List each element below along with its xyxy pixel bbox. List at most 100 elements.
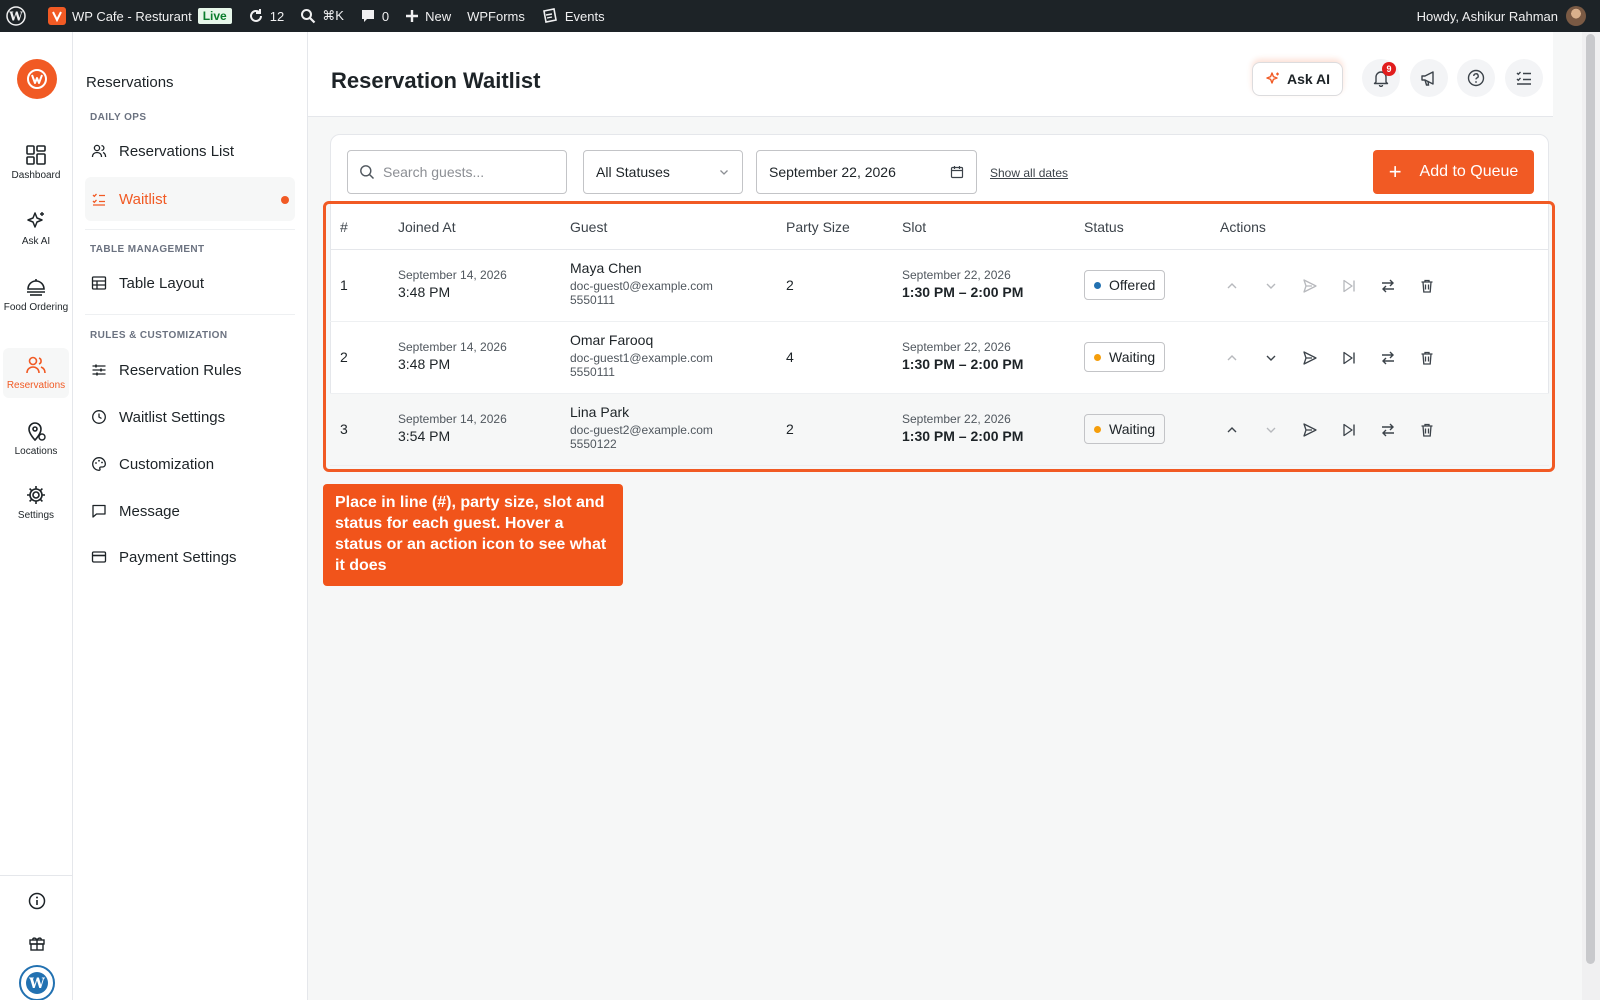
search-input[interactable]: Search guests... bbox=[347, 150, 567, 194]
column-header-slot: Slot bbox=[902, 219, 927, 235]
status-label: Offered bbox=[1109, 277, 1156, 293]
status-filter-select[interactable]: All Statuses bbox=[583, 150, 743, 194]
status-cell: Waiting bbox=[1084, 414, 1166, 444]
column-header-guest: Guest bbox=[570, 219, 608, 235]
rail-item-ask-ai[interactable]: Ask AI bbox=[3, 204, 69, 254]
sidebar-item-label: Waitlist Settings bbox=[119, 408, 226, 426]
announcements-button[interactable] bbox=[1410, 59, 1448, 97]
guest-phone: 5550111 bbox=[570, 293, 615, 307]
info-button[interactable] bbox=[0, 892, 73, 910]
date-picker-input[interactable]: September 22, 2026 bbox=[756, 150, 977, 194]
guest-email: doc-guest0@example.com bbox=[570, 279, 713, 293]
waitlist-table: # Joined At Guest Party Size Slot Status… bbox=[330, 204, 1549, 466]
move-up-button[interactable] bbox=[1220, 346, 1244, 370]
wordpress-logo-button[interactable]: W bbox=[0, 0, 40, 32]
sidebar-item-table-layout[interactable]: Table Layout bbox=[85, 261, 295, 305]
sidebar-item-label: Reservation Rules bbox=[119, 361, 242, 379]
status-badge[interactable]: Waiting bbox=[1084, 342, 1166, 372]
party-size: 4 bbox=[786, 349, 794, 365]
guest-name: Omar Farooq bbox=[570, 332, 654, 348]
sidebar-item-label: Waitlist bbox=[119, 190, 167, 208]
skip-button[interactable] bbox=[1337, 274, 1361, 298]
comments-count: 0 bbox=[381, 8, 390, 24]
notifications-button[interactable]: 9 bbox=[1362, 59, 1400, 97]
guest-name: Maya Chen bbox=[570, 260, 642, 276]
sidebar-item-waitlist-settings[interactable]: Waitlist Settings bbox=[85, 395, 295, 439]
rail-item-food-ordering[interactable]: Food Ordering bbox=[3, 270, 69, 320]
status-cell: Offered bbox=[1084, 270, 1166, 300]
send-offer-button[interactable] bbox=[1298, 274, 1322, 298]
wpcafe-logo[interactable] bbox=[17, 59, 57, 99]
scrollbar-thumb[interactable] bbox=[1586, 34, 1595, 964]
rail-item-reservations[interactable]: Reservations bbox=[3, 348, 69, 398]
sidebar-item-payment-settings[interactable]: Payment Settings bbox=[85, 535, 295, 579]
move-down-button[interactable] bbox=[1259, 346, 1283, 370]
status-dot bbox=[1094, 353, 1101, 361]
send-offer-button[interactable] bbox=[1298, 418, 1322, 442]
search-link[interactable]: ⌘K bbox=[292, 0, 352, 32]
clock-icon bbox=[92, 410, 106, 424]
sparkle-icon bbox=[1266, 72, 1279, 84]
convert-button[interactable] bbox=[1376, 418, 1400, 442]
wpforms-link[interactable]: WPForms bbox=[459, 0, 533, 32]
skip-button[interactable] bbox=[1337, 418, 1361, 442]
sidebar-item-customization[interactable]: Customization bbox=[85, 442, 295, 486]
account-menu[interactable]: Howdy, Ashikur Rahman bbox=[1417, 6, 1600, 26]
move-up-button[interactable] bbox=[1220, 418, 1244, 442]
new-content-link[interactable]: New bbox=[397, 0, 459, 32]
status-cell: Waiting bbox=[1084, 342, 1166, 372]
wordpress-button[interactable]: W bbox=[0, 965, 73, 1000]
move-up-button[interactable] bbox=[1220, 274, 1244, 298]
active-indicator-dot bbox=[281, 196, 289, 204]
updates-link[interactable]: 12 bbox=[240, 0, 292, 32]
status-label: Waiting bbox=[1109, 421, 1156, 437]
message-icon bbox=[92, 504, 106, 518]
sidebar-item-message[interactable]: Message bbox=[85, 489, 295, 533]
rail-label-reservations: Reservations bbox=[6, 380, 66, 391]
joined-at-cell: September 14, 2026 3:48 PM bbox=[398, 340, 507, 372]
gift-button[interactable] bbox=[0, 934, 73, 952]
comments-link[interactable]: 0 bbox=[352, 0, 397, 32]
rail-divider bbox=[0, 875, 73, 876]
gift-icon bbox=[28, 937, 45, 951]
show-all-dates-link[interactable]: Show all dates bbox=[990, 166, 1068, 180]
move-down-button[interactable] bbox=[1259, 418, 1283, 442]
rail-item-locations[interactable]: Locations bbox=[3, 414, 69, 464]
skip-button[interactable] bbox=[1337, 346, 1361, 370]
page-header: Reservation Waitlist Ask AI 9 bbox=[308, 32, 1553, 117]
events-label: Events bbox=[564, 8, 605, 24]
divider bbox=[85, 314, 295, 315]
joined-date: September 14, 2026 bbox=[398, 412, 507, 426]
guest-cell: Lina Park doc-guest2@example.com 5550122 bbox=[570, 404, 713, 451]
delete-button[interactable] bbox=[1415, 418, 1439, 442]
users-icon bbox=[91, 144, 107, 158]
help-button[interactable] bbox=[1457, 59, 1495, 97]
add-to-queue-button[interactable]: + Add to Queue bbox=[1373, 150, 1534, 194]
status-badge[interactable]: Waiting bbox=[1084, 414, 1166, 444]
guest-phone: 5550122 bbox=[570, 437, 617, 451]
send-offer-button[interactable] bbox=[1298, 346, 1322, 370]
chevron-down-icon bbox=[1266, 283, 1276, 289]
rail-item-settings[interactable]: Settings bbox=[3, 478, 69, 528]
wpcafe-logo-icon bbox=[27, 69, 47, 89]
row-number: 1 bbox=[340, 277, 348, 293]
row-number: 2 bbox=[340, 349, 348, 365]
skip-forward-icon bbox=[1343, 423, 1355, 437]
ask-ai-button[interactable]: Ask AI bbox=[1252, 62, 1343, 96]
rail-label-dashboard: Dashboard bbox=[11, 170, 61, 181]
sidebar-item-waitlist[interactable]: Waitlist bbox=[85, 177, 295, 221]
site-name-link[interactable]: WP Cafe - Resturant Live bbox=[40, 0, 240, 32]
delete-button[interactable] bbox=[1415, 274, 1439, 298]
convert-button[interactable] bbox=[1376, 346, 1400, 370]
move-down-button[interactable] bbox=[1259, 274, 1283, 298]
events-link[interactable]: Events bbox=[533, 0, 613, 32]
status-badge[interactable]: Offered bbox=[1084, 270, 1166, 300]
chevron-down-icon bbox=[1266, 355, 1276, 361]
checklist-button[interactable] bbox=[1505, 59, 1543, 97]
rail-item-dashboard[interactable]: Dashboard bbox=[3, 138, 69, 188]
sidebar-item-reservation-rules[interactable]: Reservation Rules bbox=[85, 348, 295, 392]
convert-button[interactable] bbox=[1376, 274, 1400, 298]
delete-button[interactable] bbox=[1415, 346, 1439, 370]
sidebar-item-reservations-list[interactable]: Reservations List bbox=[85, 129, 295, 173]
actions-cell bbox=[1220, 346, 1454, 370]
